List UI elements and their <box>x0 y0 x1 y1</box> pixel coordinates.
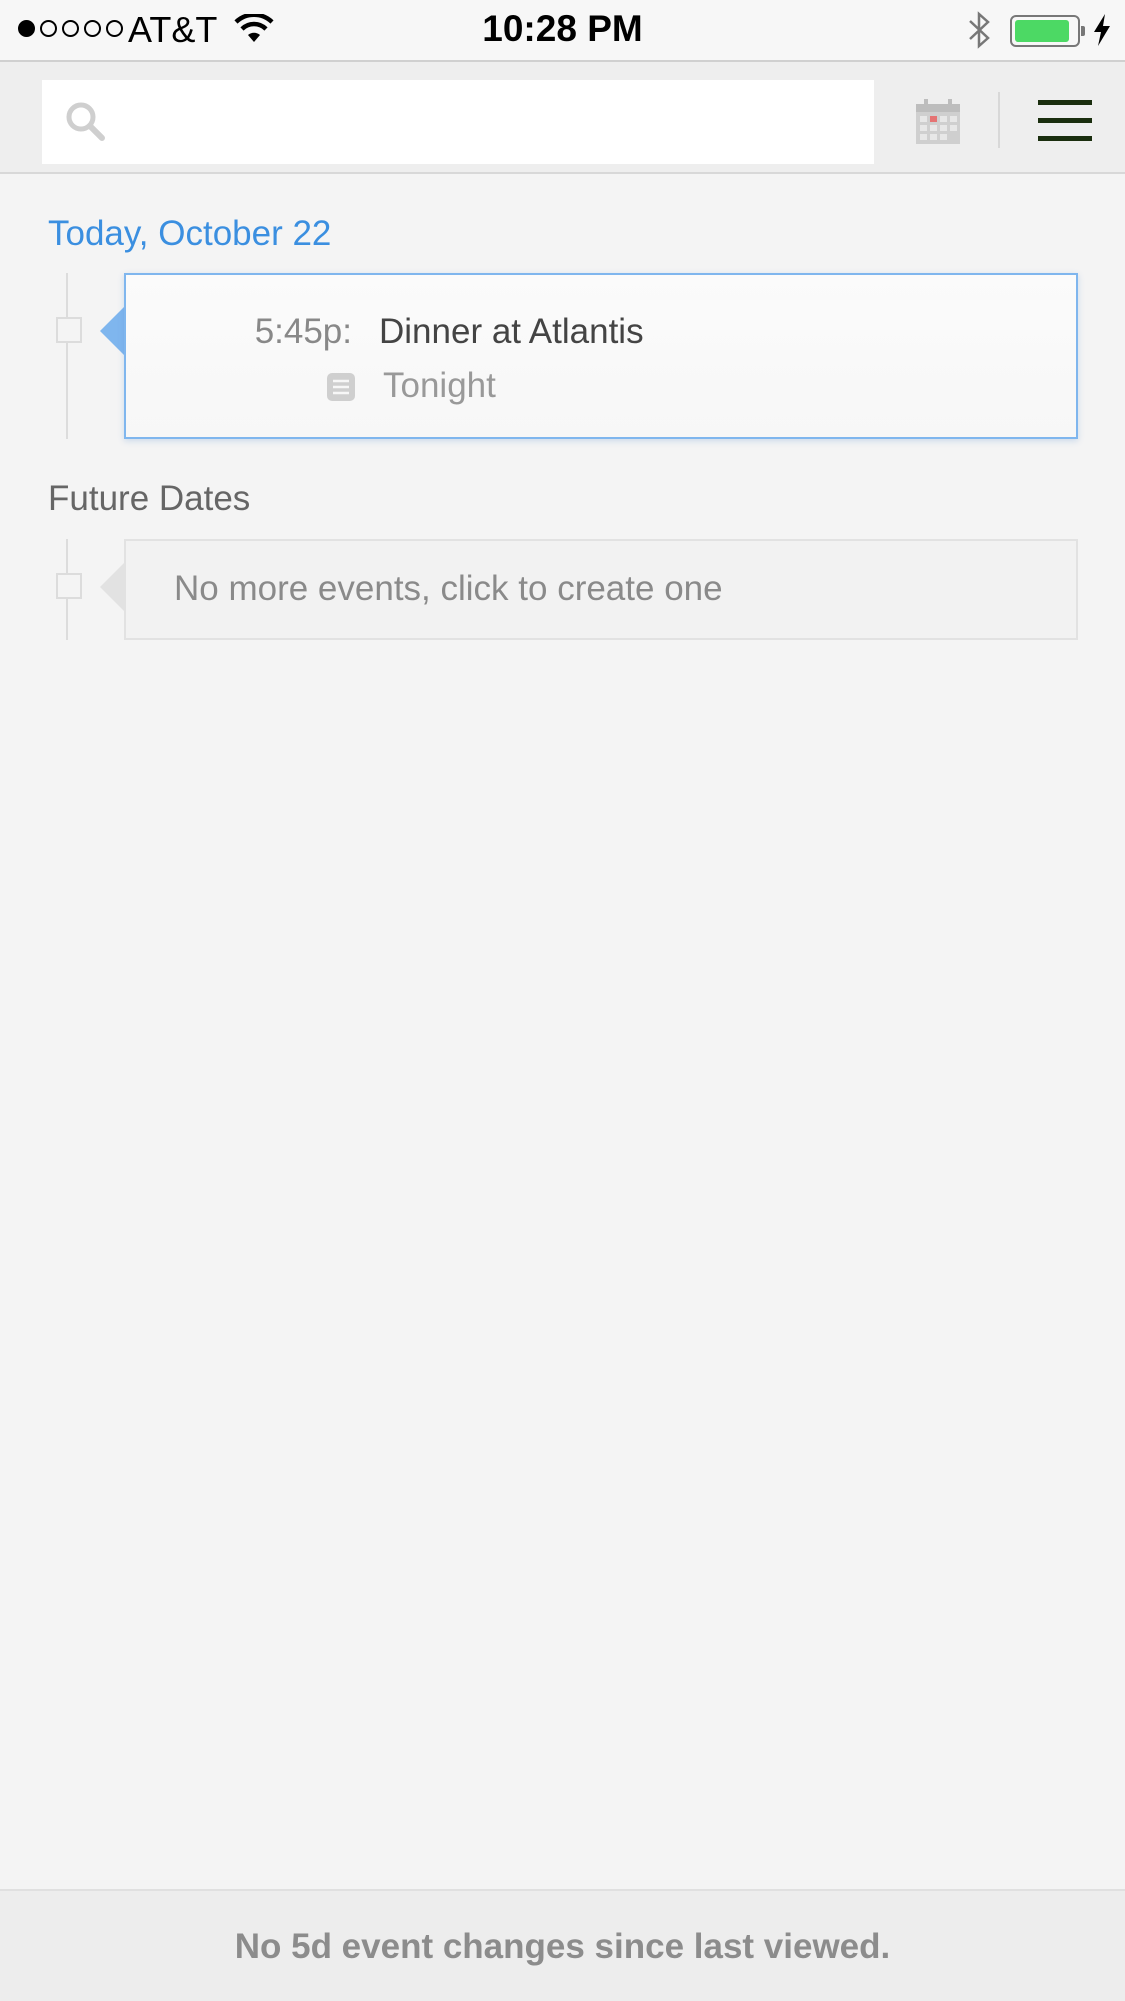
search-icon <box>66 102 105 141</box>
event-time: 5:45p: <box>254 312 352 351</box>
event-pointer <box>100 307 124 355</box>
event-card[interactable]: 5:45p: Dinner at Atlantis Tonight <box>124 273 1078 439</box>
create-event-card[interactable]: No more events, click to create one <box>124 539 1078 640</box>
timeline-line <box>66 273 68 439</box>
timeline-marker <box>56 317 82 343</box>
future-dates-header: Future Dates <box>48 479 251 518</box>
today-date-header: Today, October 22 <box>48 214 332 253</box>
timeline-marker <box>56 573 82 599</box>
status-bar: AT&T 10:28 PM <box>0 0 1125 60</box>
event-note: Tonight <box>383 366 496 405</box>
battery-icon <box>1010 15 1085 47</box>
note-icon <box>327 373 355 401</box>
toolbar-divider <box>998 92 1000 148</box>
toolbar <box>0 60 1125 174</box>
battery-level <box>1015 20 1069 42</box>
search-input[interactable] <box>122 80 862 164</box>
footer-message: No 5d event changes since last viewed. <box>234 1927 891 1966</box>
event-title: Dinner at Atlantis <box>379 312 644 351</box>
empty-message: No more events, click to create one <box>174 569 723 608</box>
app-screen: AT&T 10:28 PM Today, October 22 5:45p: D… <box>0 0 1125 2001</box>
hamburger-menu-icon[interactable] <box>1038 100 1092 142</box>
search-box[interactable] <box>42 80 874 164</box>
bluetooth-icon <box>969 11 990 49</box>
footer-bar: No 5d event changes since last viewed. <box>0 1889 1125 2001</box>
status-time: 10:28 PM <box>482 8 643 49</box>
empty-pointer <box>100 563 124 611</box>
calendar-icon[interactable] <box>910 94 966 150</box>
charging-bolt-icon <box>1094 14 1110 46</box>
